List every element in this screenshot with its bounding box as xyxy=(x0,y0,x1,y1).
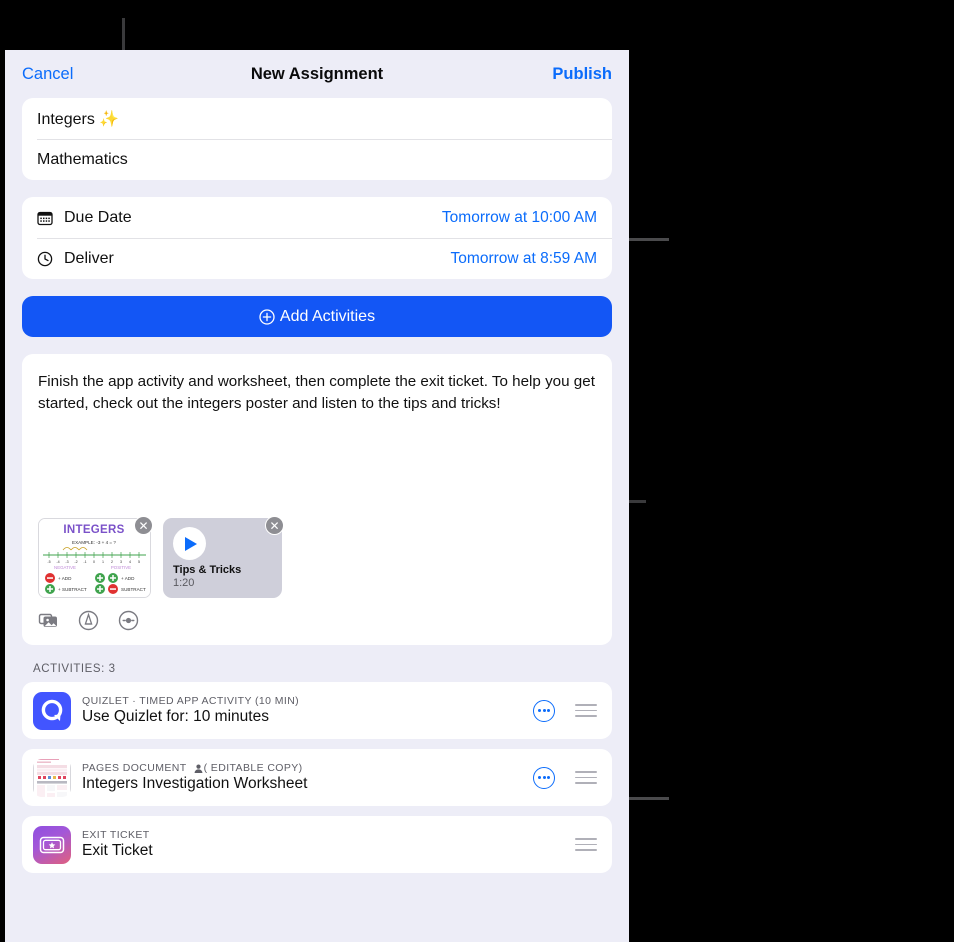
svg-text:INTEGERS: INTEGERS xyxy=(63,524,124,536)
svg-text:5: 5 xyxy=(138,560,140,564)
clock-icon xyxy=(37,251,55,267)
activity-kicker: PAGES DOCUMENT ( EDITABLE COPY) xyxy=(82,762,533,774)
person-icon xyxy=(194,764,203,773)
activity-row-pages-document[interactable]: PAGES DOCUMENT ( EDITABLE COPY) Integers… xyxy=(22,749,612,806)
plus-circle-icon xyxy=(259,308,275,325)
instructions-text[interactable]: Finish the app activity and worksheet, t… xyxy=(38,371,596,415)
activity-text: PAGES DOCUMENT ( EDITABLE COPY) Integers… xyxy=(82,762,533,793)
remove-attachment-icon[interactable]: ✕ xyxy=(134,516,153,535)
audio-attachment-title: Tips & Tricks xyxy=(173,564,242,576)
activity-title: Integers Investigation Worksheet xyxy=(82,775,308,792)
assignment-title-row[interactable]: Integers ✨ xyxy=(22,98,612,139)
assignment-subject-row[interactable]: Mathematics xyxy=(22,139,612,180)
svg-text:4: 4 xyxy=(129,560,131,564)
calendar-icon xyxy=(37,210,55,226)
add-activities-button[interactable]: Add Activities xyxy=(22,296,612,337)
activities-section-label: ACTIVITIES: 3 xyxy=(33,663,116,675)
schedule-card: Due Date Tomorrow at 10:00 AM Deliver To… xyxy=(22,197,612,279)
activity-options-button[interactable] xyxy=(533,766,555,789)
attachments-strip: INTEGERS EXAMPLE: -3 + 4 = ? -5 -4 -3 -2… xyxy=(38,516,596,598)
svg-text:0: 0 xyxy=(93,560,95,564)
quizlet-icon xyxy=(33,691,71,730)
svg-text:-4: -4 xyxy=(56,560,59,564)
play-icon[interactable] xyxy=(173,527,206,560)
new-assignment-sheet: Cancel New Assignment Publish Integers ✨… xyxy=(5,50,629,942)
remove-attachment-icon[interactable]: ✕ xyxy=(265,516,284,535)
due-date-label: Due Date xyxy=(64,208,132,226)
publish-button[interactable]: Publish xyxy=(552,65,612,84)
instructions-card: Finish the app activity and worksheet, t… xyxy=(22,354,612,645)
due-date-row[interactable]: Due Date Tomorrow at 10:00 AM xyxy=(22,197,612,238)
activity-kicker: EXIT TICKET xyxy=(82,829,150,841)
activity-title: Use Quizlet for: 10 minutes xyxy=(82,708,269,725)
activity-row-quizlet[interactable]: QUIZLET · TIMED APP ACTIVITY (10 MIN) Us… xyxy=(22,682,612,739)
integers-poster-thumbnail: INTEGERS EXAMPLE: -3 + 4 = ? -5 -4 -3 -2… xyxy=(38,518,151,598)
navigation-bar: Cancel New Assignment Publish xyxy=(5,50,629,98)
pages-document-icon xyxy=(33,758,71,797)
svg-text:-1: -1 xyxy=(83,560,86,564)
drag-handle-icon[interactable] xyxy=(575,835,597,854)
markup-icon[interactable] xyxy=(78,610,99,631)
activity-options-button[interactable] xyxy=(533,699,555,722)
activity-kicker: QUIZLET · TIMED APP ACTIVITY (10 MIN) xyxy=(82,695,300,707)
attachment-integers-poster[interactable]: INTEGERS EXAMPLE: -3 + 4 = ? -5 -4 -3 -2… xyxy=(38,516,153,598)
svg-text:-5: -5 xyxy=(47,560,50,564)
svg-text:+ ADD: + ADD xyxy=(58,576,72,581)
svg-text:POSITIVE: POSITIVE xyxy=(111,565,131,570)
activity-text: EXIT TICKET Exit Ticket xyxy=(82,829,575,860)
exit-ticket-icon xyxy=(33,825,71,864)
drag-handle-icon[interactable] xyxy=(575,701,597,720)
assignment-details-card: Integers ✨ Mathematics xyxy=(22,98,612,180)
svg-text:2: 2 xyxy=(111,560,113,564)
notes-toolbar xyxy=(38,610,596,645)
deliver-value[interactable]: Tomorrow at 8:59 AM xyxy=(451,250,597,268)
drag-handle-icon[interactable] xyxy=(575,768,597,787)
svg-text:+ SUBTRACT: + SUBTRACT xyxy=(58,587,87,592)
svg-text:-3: -3 xyxy=(65,560,68,564)
activity-text: QUIZLET · TIMED APP ACTIVITY (10 MIN) Us… xyxy=(82,695,533,726)
page-title: New Assignment xyxy=(250,64,384,83)
audio-record-icon[interactable] xyxy=(118,610,139,631)
assignment-title-value: Integers ✨ xyxy=(37,110,120,128)
activity-kicker-type: PAGES DOCUMENT xyxy=(82,762,187,774)
deliver-label: Deliver xyxy=(64,249,114,267)
activity-kicker-suffix: ( EDITABLE COPY) xyxy=(203,762,303,774)
add-activities-label: Add Activities xyxy=(279,307,376,325)
assignment-subject-value: Mathematics xyxy=(37,150,128,168)
activity-title: Exit Ticket xyxy=(82,842,153,859)
svg-text:3: 3 xyxy=(120,560,122,564)
audio-attachment-card: Tips & Tricks 1:20 xyxy=(163,518,282,598)
cancel-button[interactable]: Cancel xyxy=(22,65,73,84)
audio-attachment-duration: 1:20 xyxy=(173,577,195,589)
due-date-value[interactable]: Tomorrow at 10:00 AM xyxy=(442,209,597,227)
svg-text:NEGATIVE: NEGATIVE xyxy=(54,565,76,570)
svg-text:+ ADD: + ADD xyxy=(121,576,135,581)
photos-icon[interactable] xyxy=(38,610,59,631)
deliver-row[interactable]: Deliver Tomorrow at 8:59 AM xyxy=(22,238,612,279)
svg-text:1: 1 xyxy=(102,560,104,564)
activity-row-exit-ticket[interactable]: EXIT TICKET Exit Ticket xyxy=(22,816,612,873)
attachment-tips-and-tricks[interactable]: Tips & Tricks 1:20 ✕ xyxy=(163,516,284,598)
svg-text:EXAMPLE: -3 + 4 = ?: EXAMPLE: -3 + 4 = ? xyxy=(72,540,116,545)
svg-text:SUBTRACT: SUBTRACT xyxy=(121,587,146,592)
svg-text:-2: -2 xyxy=(74,560,77,564)
